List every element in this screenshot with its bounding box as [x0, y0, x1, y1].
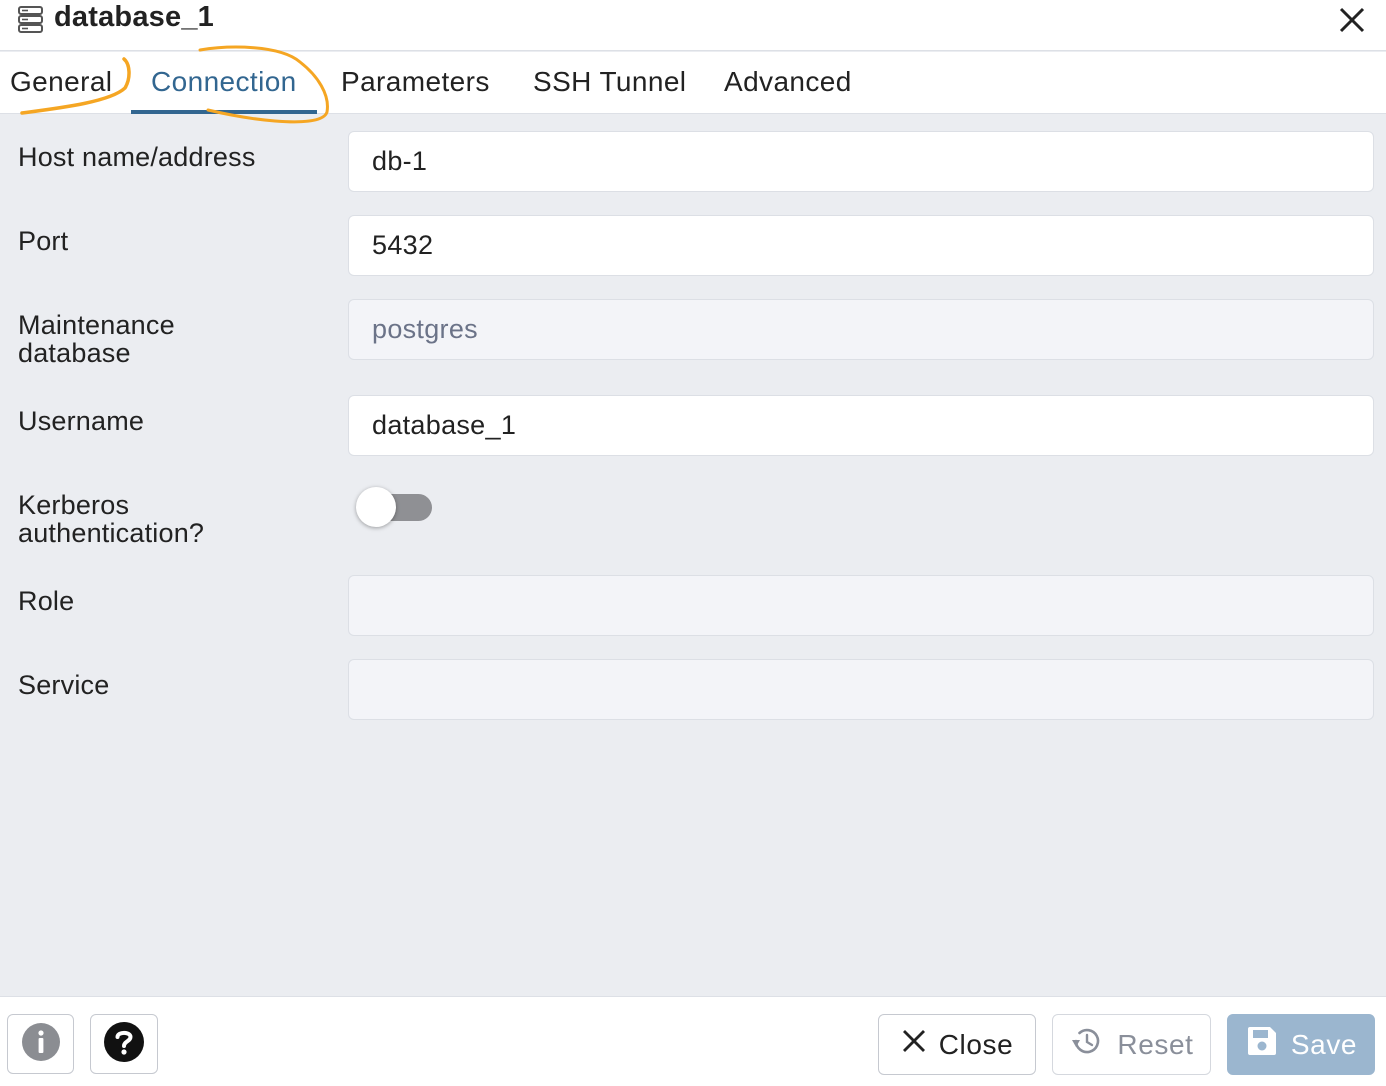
role-input[interactable]: [348, 575, 1374, 636]
role-label: Role: [18, 586, 75, 616]
maintenance-db-label: Maintenance database: [18, 311, 175, 367]
username-label: Username: [18, 406, 145, 436]
port-input[interactable]: 5432: [348, 215, 1374, 276]
maintenance-db-label-line2: database: [18, 338, 131, 368]
save-button-label: Save: [1290, 1028, 1358, 1060]
reset-icon: [1069, 1023, 1105, 1066]
toggle-knob: [356, 487, 396, 527]
reset-button-label: Reset: [1117, 1028, 1194, 1060]
dialog-title: database_1: [54, 1, 214, 33]
save-button[interactable]: Save: [1227, 1014, 1375, 1075]
info-button[interactable]: [7, 1014, 74, 1074]
host-input[interactable]: db-1: [348, 131, 1374, 192]
close-icon: [901, 1028, 927, 1061]
save-icon: [1245, 1024, 1279, 1065]
tab-general[interactable]: General: [0, 52, 122, 114]
kerberos-label: Kerberos authentication?: [18, 491, 204, 547]
tab-advanced[interactable]: Advanced: [714, 52, 862, 114]
username-input[interactable]: database_1: [348, 395, 1374, 456]
service-label: Service: [18, 670, 110, 700]
maintenance-db-label-line1: Maintenance: [18, 310, 175, 340]
dialog-footer: Close Reset Save: [0, 996, 1386, 1086]
server-icon: [16, 5, 46, 33]
dialog: database_1 General Connection Parameters…: [0, 0, 1386, 1086]
kerberos-toggle[interactable]: [356, 487, 436, 529]
help-icon: [103, 1021, 145, 1068]
tab-parameters[interactable]: Parameters: [331, 52, 500, 114]
kerberos-label-line1: Kerberos: [18, 490, 130, 520]
reset-button[interactable]: Reset: [1052, 1014, 1211, 1075]
tab-bar: General Connection Parameters SSH Tunnel…: [0, 52, 1386, 114]
close-icon[interactable]: [1336, 4, 1368, 36]
service-input[interactable]: [348, 659, 1374, 720]
maintenance-db-input: postgres: [348, 299, 1374, 360]
close-button[interactable]: Close: [878, 1014, 1036, 1075]
kerberos-label-line2: authentication?: [18, 518, 205, 548]
close-button-label: Close: [938, 1028, 1014, 1060]
title-bar: database_1: [0, 0, 1386, 51]
info-icon: [21, 1022, 61, 1067]
help-button[interactable]: [90, 1014, 158, 1074]
tab-connection[interactable]: Connection: [131, 52, 317, 114]
tab-ssh-tunnel[interactable]: SSH Tunnel: [523, 52, 696, 114]
host-label: Host name/address: [18, 142, 256, 172]
port-label: Port: [18, 226, 69, 256]
